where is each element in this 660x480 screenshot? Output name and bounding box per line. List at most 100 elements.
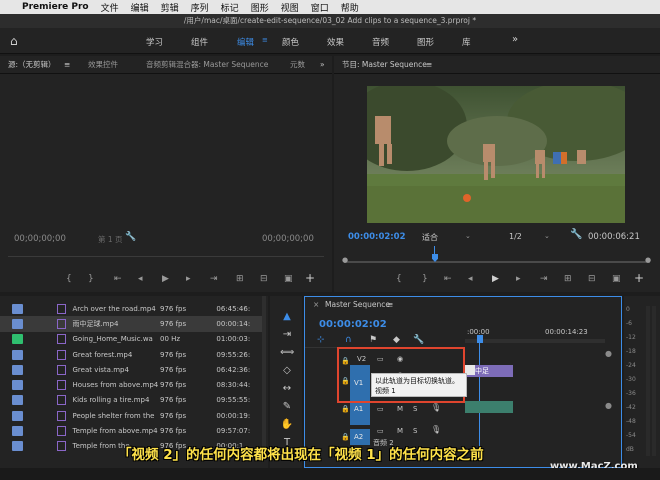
linked-selection-icon[interactable]: ∩ — [345, 335, 352, 345]
go-to-in-icon[interactable]: ⇤ — [444, 274, 452, 284]
step-forward-icon[interactable]: ▸ — [186, 274, 191, 284]
overwrite-icon[interactable]: ⊟ — [260, 274, 268, 284]
project-file-row[interactable]: Going_Home_Music.wa 00 Hz 01:00:03: — [0, 332, 265, 347]
project-scrollbar[interactable] — [262, 296, 266, 456]
timeline-timecode[interactable]: 00:00:02:02 — [319, 319, 387, 330]
mic-a1-icon[interactable]: 🎙 — [431, 403, 441, 412]
sync-a1-icon[interactable]: ▭ — [377, 405, 384, 413]
resolution-dropdown-icon[interactable]: ⌄ — [544, 232, 550, 240]
timeline-playhead-icon[interactable] — [477, 335, 483, 343]
tab-menu-icon[interactable]: ≡ — [64, 56, 70, 74]
lock-a2-icon[interactable]: 🔒 — [341, 433, 350, 441]
workspace-more-icon[interactable]: » — [512, 34, 518, 45]
track-a1-label[interactable]: A1 — [354, 405, 363, 413]
step-forward-icon[interactable]: ▸ — [516, 274, 521, 284]
step-back-icon[interactable]: ◂ — [468, 274, 473, 284]
track-a2-label[interactable]: A2 — [354, 433, 363, 441]
source-timecode-in[interactable]: 00;00;00;00 — [14, 234, 66, 244]
menu-help[interactable]: 帮助 — [341, 1, 359, 14]
workspace-menu-icon[interactable]: ≡ — [262, 36, 268, 44]
project-file-row[interactable]: People shelter from the 976 fps 00:00:19: — [0, 408, 265, 423]
play-icon[interactable]: ▶ — [492, 274, 499, 284]
resolution-select[interactable]: 1/2 — [509, 232, 522, 241]
workspace-effects[interactable]: 效果 — [327, 36, 344, 48]
lift-icon[interactable]: ⊞ — [564, 274, 572, 284]
wrench-icon[interactable]: 🔧 — [570, 229, 582, 240]
label-color-chip[interactable] — [12, 364, 23, 375]
label-color-chip[interactable] — [12, 441, 23, 452]
menu-sequence[interactable]: 序列 — [191, 1, 209, 14]
workspace-audio[interactable]: 音频 — [372, 36, 389, 48]
mute-a2-button[interactable]: M — [397, 427, 403, 435]
timeline-close-icon[interactable]: × — [313, 297, 319, 313]
label-color-chip[interactable] — [12, 395, 23, 406]
scroll-left-icon[interactable]: ● — [342, 256, 348, 264]
workspace-assembly[interactable]: 组件 — [191, 36, 208, 48]
tab-program[interactable]: 节目: Master Sequence — [342, 56, 427, 74]
app-menu[interactable]: Premiere Pro — [22, 2, 89, 12]
source-timecode-out[interactable]: 00;00;00;00 — [262, 234, 314, 244]
mark-in-icon[interactable]: { — [66, 274, 72, 284]
project-file-row[interactable]: Arch over the road.mp4 976 fps 06:45:46: — [0, 301, 265, 316]
track-select-tool-icon[interactable]: ⇥ — [280, 328, 294, 342]
add-button-icon[interactable]: + — [305, 271, 315, 285]
label-color-chip[interactable] — [12, 410, 23, 421]
play-icon[interactable]: ▶ — [162, 274, 169, 284]
label-color-chip[interactable] — [12, 334, 23, 345]
add-button-icon[interactable]: + — [634, 271, 644, 285]
tab-source[interactable]: 源:（无剪辑） — [8, 56, 56, 74]
project-file-row[interactable]: Houses from above.mp4 976 fps 08:30:44: — [0, 378, 265, 393]
zoom-fit-select[interactable]: 适合 — [422, 232, 438, 243]
menu-window[interactable]: 窗口 — [311, 1, 329, 14]
tab-effect-controls[interactable]: 效果控件 — [88, 56, 118, 74]
mic-a2-icon[interactable]: 🎙 — [431, 425, 441, 434]
clip-audio-1[interactable] — [465, 401, 513, 413]
project-file-row[interactable]: 雨中足球.mp4 976 fps 00:00:14: — [0, 316, 265, 332]
step-back-icon[interactable]: ◂ — [138, 274, 143, 284]
mark-in-icon[interactable]: { — [396, 274, 402, 284]
time-ruler[interactable] — [465, 339, 605, 343]
workspace-graphics[interactable]: 图形 — [417, 36, 434, 48]
solo-a2-button[interactable]: S — [413, 427, 417, 435]
selection-tool-icon[interactable]: ▲ — [280, 310, 294, 324]
go-to-out-icon[interactable]: ⇥ — [540, 274, 548, 284]
solo-a1-button[interactable]: S — [413, 405, 417, 413]
track-height-handle-icon[interactable]: ● — [605, 349, 612, 358]
hand-tool-icon[interactable]: ✋ — [280, 418, 294, 432]
zoom-dropdown-icon[interactable]: ⌄ — [465, 232, 471, 240]
label-color-chip[interactable] — [12, 426, 23, 437]
program-scrubber[interactable] — [344, 261, 650, 263]
workspace-editing[interactable]: 编辑 — [237, 36, 254, 48]
razor-tool-icon[interactable]: ◇ — [280, 364, 294, 378]
program-timecode[interactable]: 00:00:02:02 — [348, 232, 406, 242]
menu-edit[interactable]: 编辑 — [131, 1, 149, 14]
tab-metadata[interactable]: 元数 — [290, 56, 305, 74]
wrench-icon[interactable]: 🔧 — [125, 232, 136, 242]
timeline-menu-icon[interactable]: ≡ — [387, 297, 393, 313]
lock-a1-icon[interactable]: 🔒 — [341, 405, 350, 413]
track-height-handle-icon-2[interactable]: ● — [605, 401, 612, 410]
menu-clip[interactable]: 剪辑 — [161, 1, 179, 14]
sync-a2-icon[interactable]: ▭ — [377, 427, 384, 435]
menu-view[interactable]: 视图 — [281, 1, 299, 14]
export-frame-icon[interactable]: ▣ — [284, 274, 293, 284]
snap-icon[interactable]: ⊹ — [317, 335, 325, 345]
menu-graphics[interactable]: 图形 — [251, 1, 269, 14]
label-color-chip[interactable] — [12, 303, 23, 314]
project-file-row[interactable]: Great vista.mp4 976 fps 06:42:36: — [0, 362, 265, 377]
project-file-row[interactable]: Temple from above.mp4 976 fps 09:57:07: — [0, 423, 265, 438]
menu-file[interactable]: 文件 — [101, 1, 119, 14]
scroll-right-icon[interactable]: ● — [645, 256, 651, 264]
tab-program-menu-icon[interactable]: ≡ — [426, 56, 432, 74]
tab-audio-clip-mixer[interactable]: 音频剪辑混合器: Master Sequence — [146, 56, 268, 74]
extract-icon[interactable]: ⊟ — [588, 274, 596, 284]
slip-tool-icon[interactable]: ↔ — [280, 382, 294, 396]
workspace-learn[interactable]: 学习 — [146, 36, 163, 48]
go-to-out-icon[interactable]: ⇥ — [210, 274, 218, 284]
label-color-chip[interactable] — [12, 349, 23, 360]
project-file-row[interactable]: Great forest.mp4 976 fps 09:55:26: — [0, 347, 265, 362]
tab-master-sequence[interactable]: Master Sequence — [325, 297, 390, 313]
mute-a1-button[interactable]: M — [397, 405, 403, 413]
add-marker-icon[interactable]: ⚑ — [369, 335, 377, 345]
mark-out-icon[interactable]: } — [88, 274, 94, 284]
